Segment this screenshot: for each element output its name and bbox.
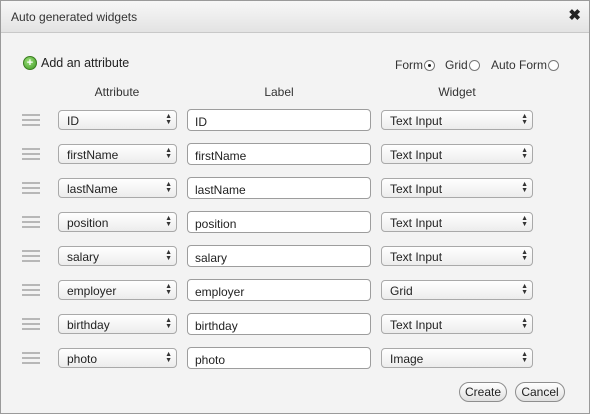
column-header-label: Label	[264, 85, 294, 99]
widget-select[interactable]: Grid ▲ ▼	[381, 280, 533, 300]
widget-select-value: Text Input	[390, 182, 443, 196]
attribute-row: firstName ▲ ▼ firstName Text Input ▲ ▼	[1, 143, 590, 167]
widget-select[interactable]: Text Input ▲ ▼	[381, 144, 533, 164]
updown-arrows-icon: ▲ ▼	[521, 147, 528, 160]
widget-select-value: Grid	[390, 284, 413, 298]
attribute-select-value: position	[67, 216, 109, 230]
dialog-title: Auto generated widgets	[11, 10, 138, 24]
radio-grid[interactable]: Grid	[445, 58, 480, 72]
label-input[interactable]: photo	[187, 347, 371, 369]
drag-handle-icon[interactable]	[22, 284, 40, 297]
attribute-select[interactable]: position ▲ ▼	[58, 212, 177, 232]
attribute-select-value: firstName	[67, 148, 119, 162]
attribute-row: birthday ▲ ▼ birthday Text Input ▲ ▼	[1, 313, 590, 337]
label-input[interactable]: position	[187, 211, 371, 233]
widget-select-value: Text Input	[390, 318, 443, 332]
widget-select[interactable]: Text Input ▲ ▼	[381, 110, 533, 130]
attribute-select-value: ID	[67, 114, 79, 128]
label-input-value: photo	[195, 353, 226, 367]
label-input-value: employer	[195, 285, 245, 299]
create-button[interactable]: Create	[459, 382, 507, 402]
updown-arrows-icon: ▲ ▼	[165, 181, 172, 194]
widget-select-value: Text Input	[390, 114, 443, 128]
label-input[interactable]: ID	[187, 109, 371, 131]
label-input-value: lastName	[195, 183, 246, 197]
attribute-row: employer ▲ ▼ employer Grid ▲ ▼	[1, 279, 590, 303]
updown-arrows-icon: ▲ ▼	[165, 351, 172, 364]
widget-select-value: Image	[390, 352, 424, 366]
dialog-titlebar: Auto generated widgets ✖	[1, 1, 589, 33]
drag-handle-icon[interactable]	[22, 114, 40, 127]
label-input-value: salary	[195, 251, 228, 265]
layout-radio-group: Form Grid Auto Form	[0, 58, 589, 74]
drag-handle-icon[interactable]	[22, 318, 40, 331]
updown-arrows-icon: ▲ ▼	[165, 317, 172, 330]
label-input[interactable]: salary	[187, 245, 371, 267]
auto-generated-widgets-dialog: Auto generated widgets ✖ + Add an attrib…	[0, 0, 590, 414]
column-header-widget: Widget	[438, 85, 476, 99]
radio-auto-form-button[interactable]	[548, 59, 560, 71]
attribute-select[interactable]: ID ▲ ▼	[58, 110, 177, 130]
updown-arrows-icon: ▲ ▼	[521, 317, 528, 330]
label-input-value: ID	[195, 115, 207, 129]
label-input[interactable]: firstName	[187, 143, 371, 165]
attribute-select-value: salary	[67, 250, 100, 264]
attribute-row: salary ▲ ▼ salary Text Input ▲ ▼	[1, 245, 590, 269]
updown-arrows-icon: ▲ ▼	[521, 283, 528, 296]
cancel-button[interactable]: Cancel	[515, 382, 565, 402]
radio-form-button[interactable]	[424, 59, 435, 71]
radio-grid-button[interactable]	[468, 59, 480, 71]
attribute-row: position ▲ ▼ position Text Input ▲ ▼	[1, 211, 590, 235]
updown-arrows-icon: ▲ ▼	[521, 249, 528, 262]
attribute-select[interactable]: lastName ▲ ▼	[58, 178, 177, 198]
widget-select[interactable]: Text Input ▲ ▼	[381, 212, 533, 232]
attribute-row: lastName ▲ ▼ lastName Text Input ▲ ▼	[1, 177, 590, 201]
updown-arrows-icon: ▲ ▼	[165, 249, 172, 262]
updown-arrows-icon: ▲ ▼	[521, 181, 528, 194]
updown-arrows-icon: ▲ ▼	[521, 113, 528, 126]
attribute-row: ID ▲ ▼ ID Text Input ▲ ▼	[1, 109, 590, 133]
radio-grid-label: Grid	[445, 58, 468, 72]
attribute-select[interactable]: photo ▲ ▼	[58, 348, 177, 368]
label-input[interactable]: lastName	[187, 177, 371, 199]
drag-handle-icon[interactable]	[22, 352, 40, 365]
attribute-select[interactable]: employer ▲ ▼	[58, 280, 177, 300]
attribute-select[interactable]: firstName ▲ ▼	[58, 144, 177, 164]
label-input-value: position	[195, 217, 237, 231]
updown-arrows-icon: ▲ ▼	[165, 283, 172, 296]
widget-select-value: Text Input	[390, 216, 443, 230]
widget-select-value: Text Input	[390, 250, 443, 264]
widget-select[interactable]: Image ▲ ▼	[381, 348, 533, 368]
drag-handle-icon[interactable]	[22, 148, 40, 161]
widget-select-value: Text Input	[390, 148, 443, 162]
widget-select[interactable]: Text Input ▲ ▼	[381, 178, 533, 198]
attribute-select[interactable]: salary ▲ ▼	[58, 246, 177, 266]
attribute-select-value: employer	[67, 284, 117, 298]
label-input[interactable]: employer	[187, 279, 371, 301]
radio-auto-form[interactable]: Auto Form	[491, 58, 560, 72]
widget-select[interactable]: Text Input ▲ ▼	[381, 246, 533, 266]
updown-arrows-icon: ▲ ▼	[521, 351, 528, 364]
drag-handle-icon[interactable]	[22, 182, 40, 195]
column-header-attribute: Attribute	[94, 85, 140, 99]
attribute-select[interactable]: birthday ▲ ▼	[58, 314, 177, 334]
widget-select[interactable]: Text Input ▲ ▼	[381, 314, 533, 334]
drag-handle-icon[interactable]	[22, 250, 40, 263]
updown-arrows-icon: ▲ ▼	[165, 147, 172, 160]
updown-arrows-icon: ▲ ▼	[521, 215, 528, 228]
updown-arrows-icon: ▲ ▼	[165, 113, 172, 126]
label-input-value: birthday	[195, 319, 238, 333]
label-input[interactable]: birthday	[187, 313, 371, 335]
drag-handle-icon[interactable]	[22, 216, 40, 229]
attribute-select-value: lastName	[67, 182, 118, 196]
label-input-value: firstName	[195, 149, 247, 163]
radio-form[interactable]: Form	[395, 58, 435, 72]
attribute-select-value: birthday	[67, 318, 110, 332]
radio-form-label: Form	[395, 58, 423, 72]
close-icon[interactable]: ✖	[568, 7, 581, 25]
attribute-row: photo ▲ ▼ photo Image ▲ ▼	[1, 347, 590, 371]
attribute-select-value: photo	[67, 352, 98, 366]
radio-auto-form-label: Auto Form	[491, 58, 548, 72]
updown-arrows-icon: ▲ ▼	[165, 215, 172, 228]
